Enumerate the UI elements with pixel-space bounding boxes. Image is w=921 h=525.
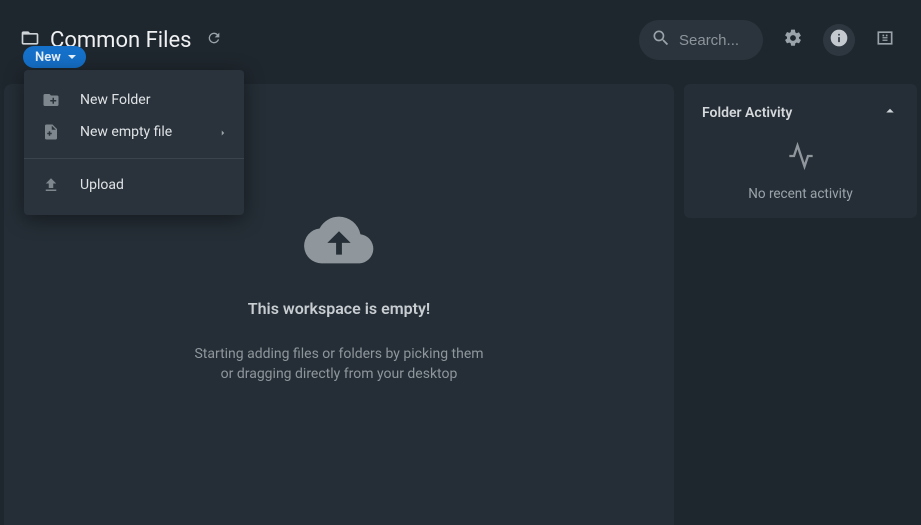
address-book-button[interactable] <box>869 24 901 56</box>
activity-panel-header[interactable]: Folder Activity <box>702 102 899 124</box>
new-button-label: New <box>35 50 61 65</box>
menu-item-label: New empty file <box>80 124 198 140</box>
search-box[interactable] <box>639 20 763 60</box>
menu-item-new-file[interactable]: New empty file <box>24 116 244 148</box>
empty-state-subtitle: Starting adding files or folders by pick… <box>189 344 489 385</box>
menu-item-new-folder[interactable]: New Folder <box>24 84 244 116</box>
activity-panel: Folder Activity No recent activity <box>684 84 917 218</box>
upload-icon <box>42 176 60 194</box>
chevron-down-icon <box>68 55 76 59</box>
refresh-icon[interactable] <box>202 30 222 50</box>
cloud-upload-icon <box>289 205 389 279</box>
new-button[interactable]: New <box>23 46 86 68</box>
new-menu: New Folder New empty file Upload <box>24 70 244 215</box>
activity-panel-body: No recent activity <box>702 142 899 202</box>
activity-panel-title: Folder Activity <box>702 105 792 121</box>
app-header: Common Files <box>0 0 921 80</box>
info-icon <box>829 28 849 52</box>
gear-icon <box>783 28 803 52</box>
search-input[interactable] <box>679 32 749 49</box>
empty-state-title: This workspace is empty! <box>248 299 430 318</box>
search-icon <box>651 28 671 52</box>
chevron-right-icon <box>218 123 228 142</box>
activity-icon <box>787 142 815 174</box>
no-activity-text: No recent activity <box>748 186 852 202</box>
menu-divider <box>24 158 244 159</box>
address-book-icon <box>875 28 895 52</box>
chevron-up-icon <box>881 102 899 124</box>
header-actions <box>639 20 901 60</box>
new-file-icon <box>42 123 60 141</box>
settings-button[interactable] <box>777 24 809 56</box>
menu-item-upload[interactable]: Upload <box>24 169 244 201</box>
menu-item-label: New Folder <box>80 92 228 108</box>
info-button[interactable] <box>823 24 855 56</box>
menu-item-label: Upload <box>80 177 228 193</box>
new-folder-icon <box>42 91 60 109</box>
